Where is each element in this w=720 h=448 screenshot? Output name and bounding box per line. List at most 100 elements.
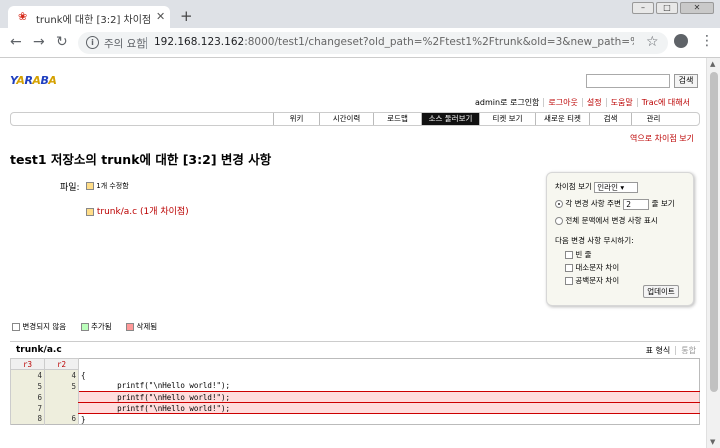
new-line-number[interactable]: 4 [44,369,79,381]
nav-item-6[interactable]: 검색 [589,113,631,125]
view-select[interactable]: 인라인 ▾ [594,181,639,193]
file-entry: trunk/a.c (1개 차이점) [86,204,189,217]
modified-swatch [86,182,94,190]
nav-item-0[interactable]: 위키 [273,113,319,125]
reverse-diff-link[interactable]: 역으로 차이점 보기 [630,133,694,144]
back-arrow-icon[interactable]: ← [10,35,22,49]
files-summary: 1개 수정함 [86,181,129,191]
minimize-icon[interactable]: – [632,2,654,14]
page-title: test1 저장소의 trunk에 대한 [3:2] 변경 사항 [10,152,272,167]
code-line: } [78,413,700,425]
ignore-label: 다음 변경 사항 무시하기: [555,236,634,245]
col-new-rev: r2 [44,358,79,370]
maximize-icon[interactable]: □ [656,2,678,14]
divider [146,37,147,49]
nav-item-4[interactable]: 티켓 보기 [479,113,535,125]
old-line-number[interactable]: 5 [10,380,45,392]
context-label: 각 변경 사항 주변 [565,199,621,208]
settings-link[interactable]: 설정 [581,98,606,107]
diff-row: 55 printf("\nHello world!"); [10,380,700,392]
tab-table-view[interactable]: 표 형식 [646,346,671,355]
forward-arrow-icon[interactable]: → [33,35,45,49]
nav-item-1[interactable]: 시간이력 [319,113,373,125]
tab-title: trunk에 대한 [3:2] 차이점 – 테스 [36,15,150,26]
old-line-number[interactable]: 4 [10,369,45,381]
diff-preferences-panel: 차이점 보기 인라인 ▾ 각 변경 사항 주변 2 줄 보기 전체 문맥에서 변… [546,172,694,306]
diff-row: 6 printf("\nHello world!"); [10,391,700,403]
close-window-icon[interactable]: ✕ [680,2,714,14]
browser-toolbar: ← → ↻ i 주의 요함 192.168.123.162:8000/test1… [0,28,720,58]
diff-count-link[interactable]: (1개 차이점) [140,207,189,217]
full-context-row: 전체 문맥에서 변경 사항 표시 [555,215,658,226]
account-icon[interactable] [674,34,688,48]
meta-nav: admin로 로그인함 로그아웃 설정 도움말 Trac에 대해서 [471,97,694,108]
update-button[interactable]: 업데이트 [643,285,679,298]
diff-row: 8 6} [10,413,700,425]
full-context-radio[interactable] [555,217,563,225]
kebab-menu-icon[interactable]: ⋮ [700,34,714,48]
info-icon[interactable]: i [86,36,99,49]
new-line-number[interactable] [44,402,79,414]
nav-item-2[interactable]: 로드맵 [373,113,421,125]
page-content: YARABA 검색 admin로 로그인함 로그아웃 설정 도움말 Trac에 대해서 … [0,58,706,448]
vertical-scrollbar[interactable]: ▲ ▼ [706,58,720,448]
logout-link[interactable]: 로그아웃 [543,98,582,107]
scroll-up-icon[interactable]: ▲ [710,60,715,68]
code-line: printf("\nHello world!"); [78,380,700,392]
tab-close-icon[interactable]: ✕ [156,10,165,23]
code-line: printf("\nHello world!"); [78,391,700,403]
browser-chrome: ❀ trunk에 대한 [3:2] 차이점 – 테스 ✕ + – □ ✕ ← →… [0,0,720,58]
main-nav-items: 위키 시간이력 로드맵 소스 둘러보기 티켓 보기 새로운 티켓 검색 관리 [273,113,675,125]
code-line: printf("\nHello world!"); [78,402,700,414]
browser-tab[interactable]: ❀ trunk에 대한 [3:2] 차이점 – 테스 ✕ [8,6,170,28]
view-row: 차이점 보기 인라인 ▾ [555,181,639,193]
context-suffix: 줄 보기 [651,199,675,208]
about-link[interactable]: Trac에 대해서 [636,98,694,107]
added-swatch [80,323,89,331]
diff-table: r3 r2 4 4{5 5 printf("\nHello world!"); 6 p… [10,358,700,425]
star-icon[interactable]: ☆ [646,34,659,50]
ignore-case-checkbox[interactable] [565,264,573,272]
tab-unified-view[interactable]: 통합 [675,346,696,355]
old-line-number[interactable]: 8 [10,413,45,425]
ignore-blank-checkbox[interactable] [565,251,573,259]
reload-icon[interactable]: ↻ [56,35,68,49]
diff-header: trunk/a.c 표 형식 통합 [10,341,700,355]
old-line-number[interactable]: 6 [10,391,45,403]
scrollbar-thumb[interactable] [710,72,718,392]
full-context-label: 전체 문맥에서 변경 사항 표시 [565,216,658,225]
help-link[interactable]: 도움말 [605,98,637,107]
new-line-number[interactable]: 6 [44,413,79,425]
ignore-whitespace-checkbox[interactable] [565,277,573,285]
nav-item-7[interactable]: 관리 [631,113,675,125]
search-input[interactable] [586,74,670,88]
scroll-down-icon[interactable]: ▼ [710,438,715,446]
context-radio[interactable] [555,200,563,208]
ignore-blank-row: 빈 줄 [565,249,592,260]
col-old-rev: r3 [10,358,45,370]
logo[interactable]: YARABA [10,74,57,87]
ignore-whitespace-row: 공백문자 차이 [565,275,619,286]
old-line-number[interactable]: 7 [10,402,45,414]
diff-legend: 변경되지 않음 추가됨 삭제됨 [12,321,169,332]
nav-item-3[interactable]: 소스 둘러보기 [421,113,479,125]
new-line-number[interactable] [44,391,79,403]
search-button[interactable]: 검색 [674,74,698,88]
context-lines-input[interactable]: 2 [623,198,650,210]
diff-row: 4 4{ [10,369,700,381]
nav-item-5[interactable]: 새로운 티켓 [535,113,589,125]
diff-filename: trunk/a.c [16,345,62,355]
main-nav: 위키 시간이력 로드맵 소스 둘러보기 티켓 보기 새로운 티켓 검색 관리 [10,112,700,126]
ignore-case-row: 대소문자 차이 [565,262,619,273]
unchanged-swatch [12,323,20,331]
new-tab-icon[interactable]: + [180,7,193,25]
address-bar[interactable]: i 주의 요함 192.168.123.162:8000/test1/chang… [78,32,668,54]
file-link[interactable]: trunk/a.c [97,207,137,217]
diff-row: 7 printf("\nHello world!"); [10,402,700,414]
context-row: 각 변경 사항 주변 2 줄 보기 [555,198,675,210]
url-text[interactable]: 192.168.123.162:8000/test1/changeset?old… [154,36,634,48]
diff-view-tabs: 표 형식 통합 [646,345,696,356]
tab-strip: ❀ trunk에 대한 [3:2] 차이점 – 테스 ✕ + – □ ✕ [0,0,720,28]
security-warning[interactable]: 주의 요함 [104,36,146,51]
new-line-number[interactable]: 5 [44,380,79,392]
